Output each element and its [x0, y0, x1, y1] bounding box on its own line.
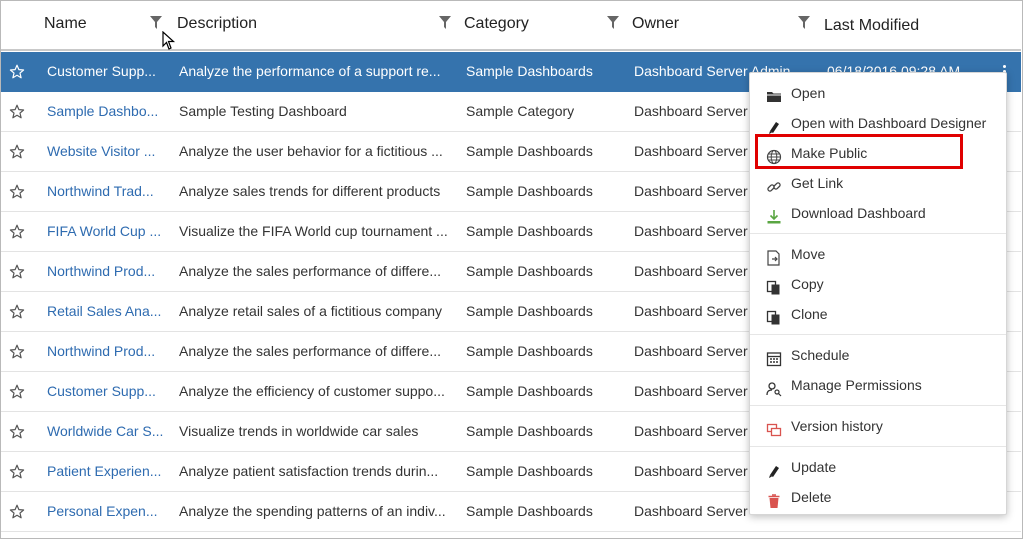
menu-separator [750, 233, 1006, 234]
dashboard-name-link[interactable]: Northwind Prod... [47, 252, 167, 292]
dashboard-description: Analyze patient satisfaction trends duri… [179, 463, 439, 479]
menu-item-label: Copy [791, 276, 824, 292]
menu-item-open[interactable]: Open [750, 78, 1006, 108]
menu-item-delete[interactable]: Delete [750, 482, 1006, 512]
dashboard-name-link[interactable]: Customer Supp... [47, 372, 167, 412]
menu-item-label: Clone [791, 306, 828, 322]
menu-item-label: Get Link [791, 175, 844, 191]
filter-icon[interactable] [439, 16, 451, 30]
dashboard-category: Sample Dashboards [466, 343, 593, 359]
filter-icon[interactable] [607, 16, 619, 30]
dashboard-name-link[interactable]: Retail Sales Ana... [47, 292, 167, 332]
menu-item-label: Open [791, 85, 826, 101]
menu-item-manage-permissions[interactable]: Manage Permissions [750, 370, 1006, 400]
dashboard-category: Sample Dashboards [466, 263, 593, 279]
menu-item-label: Schedule [791, 347, 850, 363]
star-icon[interactable] [9, 292, 29, 332]
star-icon[interactable] [9, 252, 29, 292]
star-icon[interactable] [9, 452, 29, 492]
menu-item-version-history[interactable]: Version history [750, 411, 1006, 441]
menu-item-label: Download Dashboard [791, 205, 926, 221]
dashboard-category: Sample Category [466, 103, 575, 119]
column-header-category[interactable]: Category [464, 1, 529, 49]
dashboard-description: Visualize the FIFA World cup tournament … [179, 223, 448, 239]
menu-separator [750, 446, 1006, 447]
dashboard-name-link[interactable]: Website Visitor ... [47, 132, 167, 172]
star-icon[interactable] [9, 92, 29, 132]
dashboard-category: Sample Dashboards [466, 423, 593, 439]
column-header-description[interactable]: Description [177, 1, 257, 49]
menu-item-clone[interactable]: Clone [750, 299, 1006, 329]
star-icon[interactable] [9, 372, 29, 412]
dashboard-name-link[interactable]: Personal Expen... [47, 492, 167, 532]
dashboard-category: Sample Dashboards [466, 63, 593, 79]
dashboard-name-link[interactable]: Northwind Trad... [47, 172, 167, 212]
dashboard-category: Sample Dashboards [466, 383, 593, 399]
dashboard-name-link[interactable]: FIFA World Cup ... [47, 212, 167, 252]
link-icon [766, 175, 782, 192]
column-header-last-modified[interactable]: Last Modified [824, 3, 919, 51]
user-key-icon [766, 377, 782, 397]
dashboard-name-link[interactable]: Patient Experien... [47, 452, 167, 492]
dashboard-description: Visualize trends in worldwide car sales [179, 423, 419, 439]
calendar-icon [766, 347, 782, 367]
dashboard-name-link[interactable]: Northwind Prod... [47, 332, 167, 372]
dashboard-description: Analyze the sales performance of differe… [179, 263, 441, 279]
menu-item-schedule[interactable]: Schedule [750, 340, 1006, 370]
trash-icon [766, 489, 782, 508]
dashboard-category: Sample Dashboards [466, 503, 593, 519]
dashboard-description: Sample Testing Dashboard [179, 103, 347, 119]
dashboard-category: Sample Dashboards [466, 143, 593, 159]
dashboard-name-link[interactable]: Worldwide Car S... [47, 412, 167, 452]
menu-separator [750, 405, 1006, 406]
menu-item-update[interactable]: Update [750, 452, 1006, 482]
dashboard-category: Sample Dashboards [466, 223, 593, 239]
clone-icon [766, 306, 782, 325]
dashboard-description: Analyze the performance of a support re.… [179, 63, 441, 79]
dashboard-category: Sample Dashboards [466, 303, 593, 319]
menu-item-copy[interactable]: Copy [750, 269, 1006, 299]
menu-item-get-link[interactable]: Get Link [750, 168, 1006, 198]
filter-icon[interactable] [150, 16, 162, 30]
star-icon[interactable] [9, 332, 29, 372]
column-header-owner[interactable]: Owner [632, 1, 679, 49]
pen-icon [766, 459, 782, 478]
menu-item-label: Version history [791, 418, 883, 434]
dashboard-description: Analyze the spending patterns of an indi… [179, 503, 446, 519]
star-icon[interactable] [9, 52, 29, 92]
dashboard-description: Analyze sales trends for different produ… [179, 183, 441, 199]
dashboard-name-link[interactable]: Customer Supp... [47, 52, 167, 92]
menu-item-label: Move [791, 246, 826, 262]
highlight-box [755, 134, 963, 169]
copy-icon [766, 276, 782, 295]
version-icon [766, 418, 782, 437]
folder-icon [766, 85, 782, 102]
dashboard-description: Analyze the user behavior for a fictitio… [179, 143, 443, 159]
star-icon[interactable] [9, 412, 29, 452]
star-icon[interactable] [9, 172, 29, 212]
menu-item-label: Delete [791, 489, 832, 505]
menu-item-move[interactable]: Move [750, 239, 1006, 269]
dashboard-name-link[interactable]: Sample Dashbo... [47, 92, 167, 132]
column-header-name[interactable]: Name [44, 1, 87, 49]
filter-icon[interactable] [798, 16, 810, 30]
mouse-cursor-icon [162, 30, 176, 54]
star-icon[interactable] [9, 492, 29, 532]
menu-item-download-dashboard[interactable]: Download Dashboard [750, 198, 1006, 228]
move-icon [766, 246, 782, 266]
dashboard-description: Analyze the efficiency of customer suppo… [179, 383, 445, 399]
dashboard-category: Sample Dashboards [466, 463, 593, 479]
menu-separator [750, 334, 1006, 335]
dashboard-description: Analyze retail sales of a fictitious com… [179, 303, 443, 319]
dashboard-description: Analyze the sales performance of differe… [179, 343, 441, 359]
menu-item-label: Manage Permissions [791, 377, 922, 393]
table-header: Name Description Category Owner Last Mod… [1, 1, 1021, 51]
star-icon[interactable] [9, 132, 29, 172]
star-icon[interactable] [9, 212, 29, 252]
dashboard-category: Sample Dashboards [466, 183, 593, 199]
pen-icon [766, 115, 782, 134]
menu-item-label: Update [791, 459, 837, 475]
download-icon [766, 205, 782, 224]
